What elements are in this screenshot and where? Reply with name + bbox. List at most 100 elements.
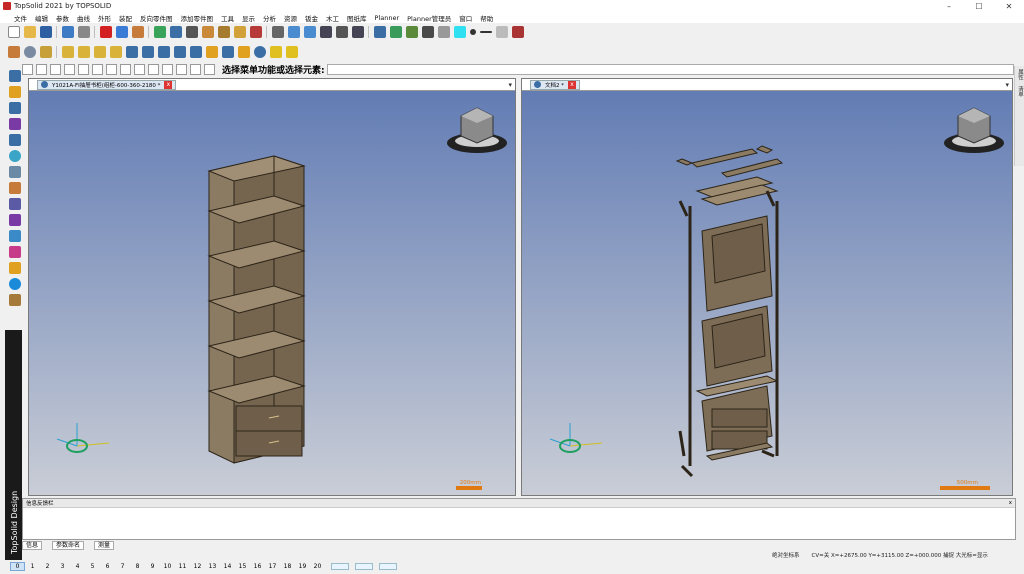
save-icon[interactable] [40,26,52,38]
menu-item[interactable]: 资源 [284,13,297,23]
layer-button[interactable]: 16 [250,563,265,570]
command-button[interactable] [36,64,47,75]
open-folder-icon[interactable] [24,26,36,38]
command-button[interactable] [134,64,145,75]
book-icon[interactable] [512,26,524,38]
layer-button[interactable]: 14 [220,563,235,570]
line-style-icon[interactable] [480,31,492,33]
check-icon[interactable] [352,26,364,38]
layer-button[interactable]: 11 [175,563,190,570]
command-button[interactable] [176,64,187,75]
layer-button[interactable]: 3 [55,563,70,570]
viewport-exploded[interactable]: 文档2 * x ▾ 500mm [521,78,1013,496]
snap-icon[interactable] [288,26,300,38]
print-icon[interactable] [78,26,90,38]
delete-icon[interactable] [100,26,112,38]
screw-icon[interactable] [206,46,218,58]
feedback-panel-close[interactable]: x [1009,500,1012,506]
layer-button[interactable]: 7 [115,563,130,570]
tag-icon[interactable] [270,46,282,58]
menu-item[interactable]: 显示 [242,13,255,23]
list-tab[interactable]: 清单 [1015,83,1024,100]
layer-range-control[interactable] [355,563,373,570]
layer-button[interactable]: 17 [265,563,280,570]
tool-icon[interactable] [234,26,246,38]
cube-icon[interactable] [8,46,20,58]
layer-button[interactable]: 19 [295,563,310,570]
layer-button[interactable]: 5 [85,563,100,570]
chevron-down-icon[interactable]: ▾ [508,81,512,89]
menu-item[interactable]: 编辑 [35,13,48,23]
render-icon[interactable] [9,246,21,258]
layer-button[interactable]: 13 [205,563,220,570]
tab-measure[interactable]: 测量 [94,540,115,550]
ruler-icon[interactable] [9,294,21,306]
layer-button[interactable]: 10 [160,563,175,570]
layer-button[interactable]: 2 [40,563,55,570]
layer-button[interactable]: 18 [280,563,295,570]
bookcase-model[interactable] [207,155,306,464]
eraser-icon[interactable] [132,26,144,38]
command-button[interactable] [22,64,33,75]
magnet-icon[interactable] [250,26,262,38]
dot-icon[interactable] [470,29,476,35]
command-button[interactable] [204,64,215,75]
drill-icon[interactable] [94,46,106,58]
bars-icon[interactable] [320,26,332,38]
zoom-all-icon[interactable] [390,26,402,38]
color-swatch-icon[interactable] [454,26,466,38]
menu-item[interactable]: 工具 [221,13,234,23]
menu-item[interactable]: 图纸库 [347,13,367,23]
layer-button[interactable]: 15 [235,563,250,570]
menu-item[interactable]: 窗口 [459,13,472,23]
screw-icon[interactable] [238,46,250,58]
command-button[interactable] [64,64,75,75]
command-input[interactable] [326,64,1014,75]
command-button[interactable] [106,64,117,75]
screw-icon[interactable] [222,46,234,58]
import-icon[interactable] [62,26,74,38]
drill-icon[interactable] [110,46,122,58]
pen-icon[interactable] [286,46,298,58]
parameter-icon[interactable] [186,26,198,38]
view-cube-icon[interactable] [944,107,1004,153]
bucket-icon[interactable] [218,26,230,38]
hinge-icon[interactable] [158,46,170,58]
menu-item[interactable]: Planner管理员 [407,13,451,23]
render-icon[interactable] [422,26,434,38]
library-icon[interactable] [9,230,21,242]
wood-icon[interactable] [9,214,21,226]
undo-icon[interactable] [116,26,128,38]
layer-range-control[interactable] [379,563,397,570]
menu-item[interactable]: 参数 [56,13,69,23]
camera-icon[interactable] [170,26,182,38]
shape-icon[interactable] [9,102,21,114]
tab-close-icon[interactable]: x [568,80,576,89]
menu-item[interactable]: 装配 [119,13,132,23]
layer-button[interactable]: 20 [310,563,325,570]
hinge-icon[interactable] [142,46,154,58]
hook-icon[interactable] [336,26,348,38]
analysis-icon[interactable] [9,182,21,194]
drawing-icon[interactable] [9,166,21,178]
menu-item[interactable]: 添加零件图 [181,13,214,23]
command-button[interactable] [120,64,131,75]
sketch-icon[interactable] [9,86,21,98]
chevron-down-icon[interactable]: ▾ [1005,81,1009,89]
command-button[interactable] [148,64,159,75]
drill-icon[interactable] [62,46,74,58]
menu-item[interactable]: 分析 [263,13,276,23]
circle-icon[interactable] [24,46,36,58]
pattern-icon[interactable] [496,26,508,38]
menu-item[interactable]: 文件 [14,13,27,23]
hinge-icon[interactable] [126,46,138,58]
menu-item[interactable]: 帮助 [480,13,493,23]
tab-close-icon[interactable]: x [164,80,173,89]
image-icon[interactable] [406,26,418,38]
document-tab[interactable]: Y1021A-FI抽屉书柜(组柜-600-360-2180 * x [37,79,177,90]
cross-icon[interactable] [304,26,316,38]
menu-item[interactable]: Planner [375,14,400,22]
tab-info[interactable]: 信息 [22,540,43,550]
maximize-button[interactable]: ☐ [964,2,994,11]
command-button[interactable] [190,64,201,75]
